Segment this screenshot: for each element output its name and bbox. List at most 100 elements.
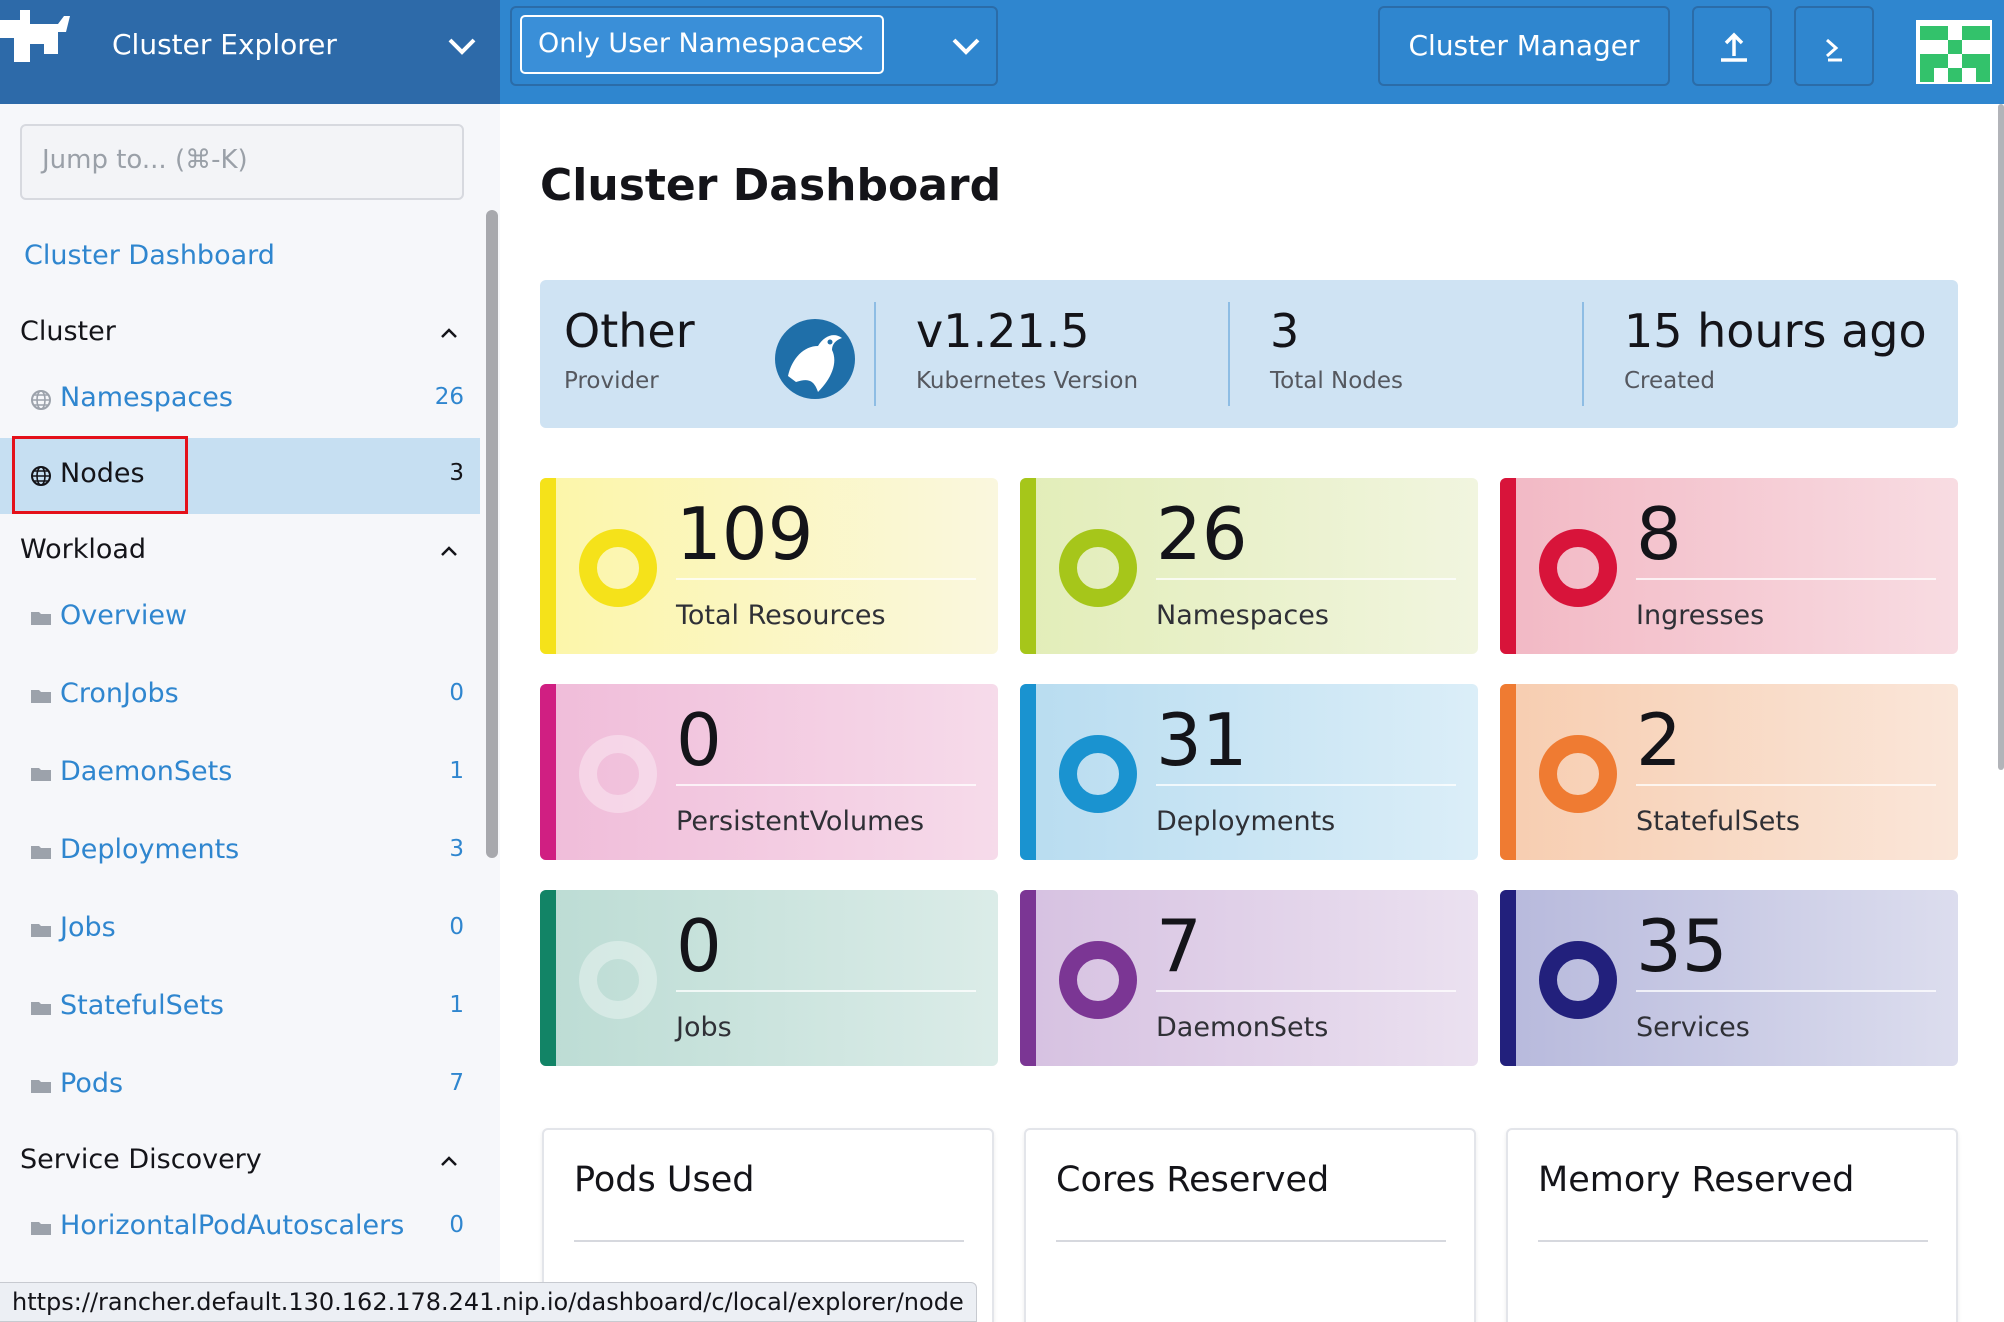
folder-icon — [31, 846, 51, 859]
namespace-filter-label: Only User Namespaces — [538, 28, 852, 59]
folder-icon — [31, 1080, 51, 1093]
folder-icon — [31, 612, 51, 625]
ring-icon — [579, 529, 657, 607]
tile-accent-bar — [540, 890, 556, 1066]
tile-label: Total Resources — [676, 600, 886, 631]
rancher-logo-icon — [0, 10, 70, 62]
tile-count: 35 — [1636, 904, 1728, 988]
tile-count: 0 — [676, 698, 722, 782]
close-icon[interactable]: × — [844, 28, 866, 58]
info-divider — [874, 302, 876, 406]
resource-tile-daemonsets[interactable]: 7 DaemonSets — [1020, 890, 1478, 1066]
info-created: 15 hours ago Created — [1624, 280, 1944, 428]
tile-count: 26 — [1156, 492, 1248, 576]
sidebar-item-label: Deployments — [60, 834, 240, 865]
user-avatar[interactable] — [1916, 20, 1992, 84]
info-label: Total Nodes — [1270, 368, 1404, 394]
info-value: 3 — [1270, 304, 1300, 358]
resource-tile-deployments[interactable]: 31 Deployments — [1020, 684, 1478, 860]
sidebar-item-count: 0 — [449, 680, 464, 706]
resource-tile-jobs[interactable]: 0 Jobs — [540, 890, 998, 1066]
tile-accent-bar — [1020, 478, 1036, 654]
tile-label: DaemonSets — [1156, 1012, 1329, 1043]
info-label: Kubernetes Version — [916, 368, 1139, 394]
app-title: Cluster Explorer — [112, 28, 337, 61]
sidebar-item-statefulsets[interactable]: StatefulSets 1 — [0, 970, 480, 1046]
sidebar-item-count: 1 — [449, 992, 464, 1018]
sidebar-item-deployments[interactable]: Deployments 3 — [0, 814, 480, 890]
sidebar-item-label: StatefulSets — [60, 990, 224, 1021]
sidebar-link-cluster-dashboard[interactable]: Cluster Dashboard — [24, 240, 275, 271]
info-value: 15 hours ago — [1624, 304, 1927, 358]
folder-icon — [31, 690, 51, 703]
ring-icon — [1539, 941, 1617, 1019]
sidebar: Jump to... (⌘-K) Cluster Dashboard Clust… — [0, 104, 500, 1322]
resource-tile-statefulsets[interactable]: 2 StatefulSets — [1500, 684, 1958, 860]
info-total-nodes: 3 Total Nodes — [1270, 280, 1570, 428]
folder-icon — [31, 1002, 51, 1015]
sidebar-item-overview[interactable]: Overview — [0, 580, 480, 656]
sidebar-scrollbar[interactable] — [486, 210, 498, 858]
tile-divider — [1156, 578, 1456, 580]
sidebar-group-cluster[interactable]: Cluster — [20, 316, 466, 356]
sidebar-item-daemonsets[interactable]: DaemonSets 1 — [0, 736, 480, 812]
info-kubernetes-version: v1.21.5 Kubernetes Version — [916, 280, 1216, 428]
ring-icon — [1059, 941, 1137, 1019]
chevron-down-icon[interactable] — [950, 34, 982, 58]
sidebar-item-count: 3 — [449, 836, 464, 862]
sidebar-group-service-discovery[interactable]: Service Discovery — [20, 1144, 466, 1184]
sidebar-group-workload[interactable]: Workload — [20, 534, 466, 574]
tile-label: Ingresses — [1636, 600, 1765, 631]
namespace-filter-chip[interactable]: Only User Namespaces × — [520, 15, 884, 74]
resource-tile-services[interactable]: 35 Services — [1500, 890, 1958, 1066]
sidebar-item-pods[interactable]: Pods 7 — [0, 1048, 480, 1124]
tile-label: Services — [1636, 1012, 1750, 1043]
folder-icon — [31, 768, 51, 781]
kubectl-shell-button[interactable] — [1794, 6, 1874, 86]
info-label: Created — [1624, 368, 1716, 394]
ring-icon — [579, 941, 657, 1019]
tile-count: 8 — [1636, 492, 1682, 576]
gauge-title: Pods Used — [574, 1160, 755, 1200]
gauge-card-cores-reserved: Cores Reserved — [1024, 1128, 1476, 1322]
tile-label: StatefulSets — [1636, 806, 1800, 837]
ring-icon — [579, 735, 657, 813]
sidebar-item-label: HorizontalPodAutoscalers — [60, 1210, 405, 1241]
gauge-title: Cores Reserved — [1056, 1160, 1330, 1200]
resource-tile-ingresses[interactable]: 8 Ingresses — [1500, 478, 1958, 654]
info-divider — [1228, 302, 1230, 406]
sidebar-item-label: Pods — [60, 1068, 124, 1099]
sidebar-item-namespaces[interactable]: Namespaces 26 — [0, 362, 480, 438]
folder-icon — [31, 1222, 51, 1235]
chevron-up-icon — [441, 328, 457, 338]
sidebar-item-label: Jobs — [60, 912, 116, 943]
tile-divider — [1636, 990, 1936, 992]
tile-divider — [1636, 578, 1936, 580]
import-yaml-button[interactable] — [1692, 6, 1772, 86]
tile-divider — [1156, 990, 1456, 992]
sidebar-item-count: 0 — [449, 914, 464, 940]
resource-tile-persistentvolumes[interactable]: 0 PersistentVolumes — [540, 684, 998, 860]
product-switcher[interactable]: Cluster Explorer — [0, 0, 500, 104]
sidebar-item-horizontalpodautoscalers[interactable]: HorizontalPodAutoscalers 0 — [0, 1190, 480, 1266]
info-value: Other — [564, 304, 695, 358]
group-label: Service Discovery — [20, 1144, 262, 1175]
chevron-up-icon — [441, 546, 457, 556]
info-divider — [1582, 302, 1584, 406]
sidebar-item-cronjobs[interactable]: CronJobs 0 — [0, 658, 480, 734]
jump-to-search-input[interactable]: Jump to... (⌘-K) — [20, 124, 464, 200]
sidebar-item-jobs[interactable]: Jobs 0 — [0, 892, 480, 968]
gauge-divider — [1538, 1240, 1928, 1242]
chevron-down-icon[interactable] — [446, 34, 478, 58]
resource-tile-total-resources[interactable]: 109 Total Resources — [540, 478, 998, 654]
main-scrollbar[interactable] — [1998, 104, 2004, 770]
ring-icon — [1539, 735, 1617, 813]
resource-tile-namespaces[interactable]: 26 Namespaces — [1020, 478, 1478, 654]
tile-count: 109 — [676, 492, 814, 576]
cluster-manager-button[interactable]: Cluster Manager — [1378, 6, 1670, 86]
sidebar-item-count: 0 — [449, 1212, 464, 1238]
tile-count: 2 — [1636, 698, 1682, 782]
tile-divider — [676, 784, 976, 786]
annotation-highlight-box — [12, 436, 188, 514]
tile-divider — [676, 990, 976, 992]
